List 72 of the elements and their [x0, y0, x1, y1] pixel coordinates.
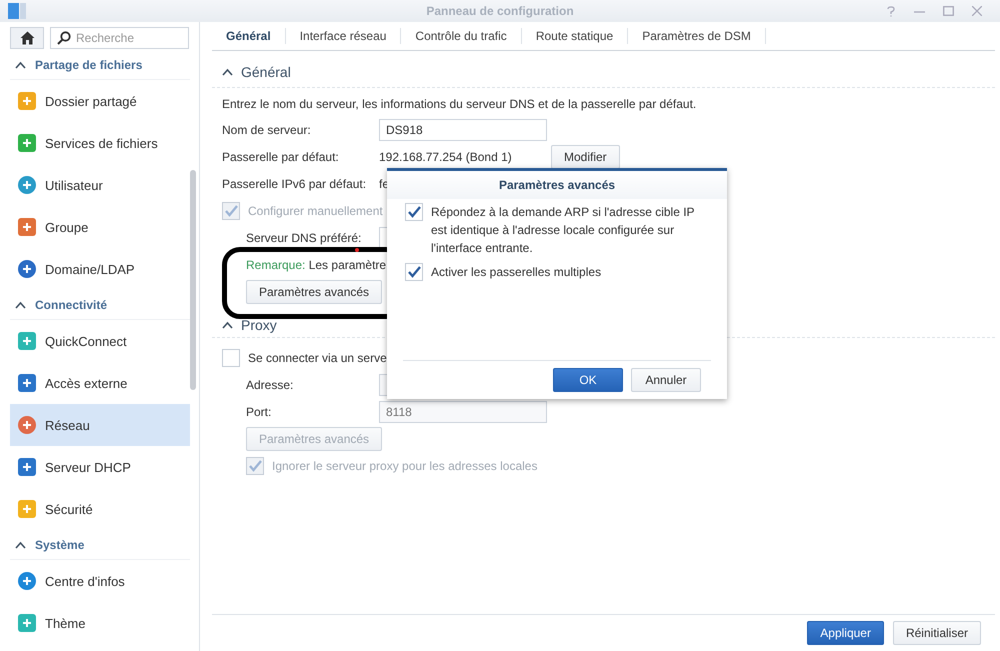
section-title: Proxy	[241, 317, 277, 333]
app-icon	[17, 91, 37, 111]
field-label: Adresse:	[246, 378, 294, 392]
app-icon	[17, 499, 37, 519]
app-icon	[17, 457, 37, 477]
gateway-value: 192.168.77.254 (Bond 1)	[379, 150, 513, 164]
modify-button[interactable]: Modifier	[551, 144, 620, 168]
chevron-up-icon[interactable]	[222, 68, 233, 76]
checkbox-label: Configurer manuellement	[248, 204, 383, 218]
chevron-up-icon[interactable]	[15, 300, 26, 308]
field-label: Nom de serveur:	[222, 122, 312, 136]
advanced-settings-button[interactable]: Paramètres avancés	[246, 280, 382, 304]
sidebar-section-title: Partage de fichiers	[35, 58, 142, 72]
chevron-up-icon[interactable]	[15, 60, 26, 68]
sidebar-item[interactable]: Réseau	[10, 404, 190, 446]
chevron-up-icon[interactable]	[15, 540, 26, 548]
app-icon	[8, 2, 26, 20]
app-icon	[17, 217, 37, 237]
sidebar-item[interactable]: Groupe	[10, 206, 190, 248]
sidebar-section-title: Système	[35, 538, 84, 552]
field-label: Port:	[246, 404, 272, 418]
window-title: Panneau de configuration	[426, 4, 574, 18]
checkbox-label: Répondez à la demande ARP si l'adresse cible IP est identique à l'adresse locale configurée sur l'interface entrante.	[431, 204, 696, 257]
sidebar-item[interactable]: Serveur DHCP	[10, 446, 190, 488]
marker-dot	[355, 248, 359, 252]
app-icon	[17, 259, 37, 279]
checkbox-label: Se connecter via un serve	[248, 350, 387, 364]
scrollbar-thumb[interactable]	[190, 170, 196, 390]
checkbox[interactable]	[222, 348, 240, 366]
sidebar-item[interactable]: Thème	[10, 602, 190, 644]
app-icon	[17, 613, 37, 633]
app-icon	[17, 331, 37, 351]
description-text: Entrez le nom du serveur, les informations du serveur DNS et de la passerelle par défaut.	[222, 97, 698, 111]
app-icon	[17, 415, 37, 435]
tab[interactable]: Paramètres de DSM	[628, 28, 766, 44]
checkbox-label: Activer les passerelles multiples	[431, 264, 602, 281]
search-field[interactable]: Recherche	[50, 27, 189, 49]
sidebar-item[interactable]: Domaine/LDAP	[10, 248, 190, 290]
sidebar-item[interactable]: Dossier partagé	[10, 80, 190, 122]
search-icon	[57, 31, 71, 45]
field-label: Passerelle par défaut:	[222, 150, 340, 164]
app-icon	[17, 373, 37, 393]
cancel-button[interactable]: Annuler	[631, 368, 701, 392]
checkbox[interactable]	[405, 263, 423, 281]
sidebar-item[interactable]: QuickConnect	[10, 320, 190, 362]
checkbox-label: Ignorer le serveur proxy pour les adresses locales	[272, 458, 538, 472]
field-label: Passerelle IPv6 par défaut:	[222, 176, 368, 190]
tab[interactable]: Contrôle du trafic	[401, 28, 522, 44]
sidebar-item[interactable]: Centre d'infos	[10, 560, 190, 602]
note-text: Remarque: Les paramètre	[246, 258, 386, 272]
tab[interactable]: Route statique	[522, 28, 628, 44]
server-name-field[interactable]: DS918	[379, 118, 547, 140]
home-icon	[20, 31, 34, 45]
sidebar-item[interactable]: Sécurité	[10, 488, 190, 530]
sidebar-item[interactable]: Services de fichiers	[10, 122, 190, 164]
app-icon	[17, 133, 37, 153]
reset-button[interactable]: Réinitialiser	[892, 621, 981, 645]
sidebar-item[interactable]: Accès externe	[10, 362, 190, 404]
sidebar-section-title: Connectivité	[35, 298, 108, 312]
tab[interactable]: Général	[212, 28, 286, 44]
ok-button[interactable]: OK	[553, 368, 623, 392]
field-label: Serveur DNS préféré:	[246, 230, 362, 244]
checkbox[interactable]	[405, 203, 423, 221]
app-icon	[17, 571, 37, 591]
app-icon	[17, 175, 37, 195]
home-button[interactable]	[10, 27, 44, 49]
section-title: Général	[241, 64, 291, 80]
apply-button[interactable]: Appliquer	[807, 621, 884, 645]
tab[interactable]: Interface réseau	[286, 28, 402, 44]
chevron-up-icon[interactable]	[222, 321, 233, 329]
sidebar-item[interactable]: Utilisateur	[10, 164, 190, 206]
dialog-title: Paramètres avancés	[498, 178, 616, 192]
